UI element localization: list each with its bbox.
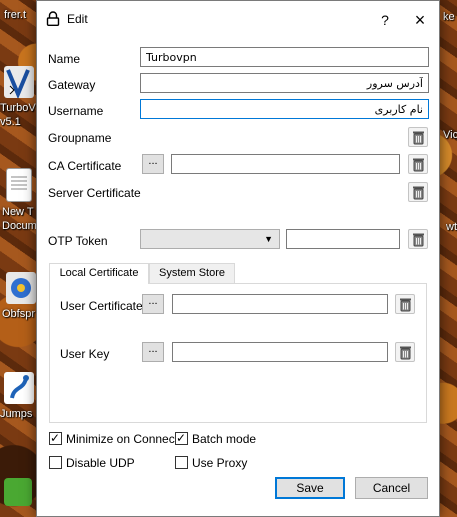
- dialog-title: Edit: [67, 12, 88, 26]
- otp-token-label: OTP Token: [48, 234, 108, 248]
- checkmark-icon: ✓: [176, 431, 187, 445]
- text-document-icon: [6, 168, 32, 202]
- turbovpn-app-icon: [4, 66, 34, 100]
- desktop-icon-label-right: Vic: [443, 129, 457, 141]
- jumpstart-app-icon: [4, 372, 34, 404]
- tab-local-certificate[interactable]: Local Certificate: [49, 263, 149, 284]
- save-button[interactable]: Save: [275, 477, 345, 499]
- disable-udp-checkbox[interactable]: [49, 456, 62, 469]
- local-certificate-panel: User Certificate ... User Key ...: [49, 283, 427, 423]
- trash-icon: [413, 186, 424, 200]
- lock-icon: [46, 11, 60, 26]
- use-proxy-label: Use Proxy: [192, 456, 248, 470]
- otp-token-input[interactable]: [286, 229, 400, 249]
- desktop-icon-jumpstart[interactable]: Jumps: [0, 372, 40, 421]
- gateway-label: Gateway: [48, 78, 96, 92]
- clear-ca-certificate-button[interactable]: [408, 154, 428, 174]
- user-certificate-label: User Certificate: [60, 299, 143, 313]
- user-certificate-input[interactable]: [172, 294, 388, 314]
- desktop-icon-label: TurboV v5.1: [0, 102, 36, 128]
- user-key-browse-button[interactable]: ...: [142, 342, 164, 362]
- ca-certificate-label: CA Certificate: [48, 159, 122, 173]
- desktop-icon-label: Jumps: [0, 408, 33, 420]
- trash-icon: [413, 131, 424, 145]
- edit-dialog: Edit ? × Name Gateway Username Groupname…: [36, 0, 440, 517]
- server-certificate-label: Server Certificate: [48, 186, 141, 200]
- desktop-icon-turbovpn[interactable]: TurboV v5.1: [0, 66, 40, 129]
- ca-certificate-input[interactable]: [171, 154, 400, 174]
- name-input[interactable]: [140, 47, 429, 67]
- trash-icon: [413, 233, 424, 247]
- cancel-button[interactable]: Cancel: [355, 477, 428, 499]
- trash-icon: [400, 346, 411, 360]
- user-certificate-browse-button[interactable]: ...: [142, 294, 164, 314]
- title-bar[interactable]: Edit ? ×: [37, 1, 439, 37]
- otp-token-select[interactable]: ▼: [140, 229, 280, 249]
- clear-otp-token-button[interactable]: [408, 229, 428, 249]
- obfsproxy-app-icon: [6, 272, 36, 304]
- batch-mode-label: Batch mode: [192, 432, 257, 446]
- trash-icon: [400, 298, 411, 312]
- use-proxy-checkbox[interactable]: [175, 456, 188, 469]
- help-button[interactable]: ?: [373, 9, 397, 31]
- disable-udp-label: Disable UDP: [66, 456, 135, 470]
- close-button[interactable]: ×: [407, 9, 433, 31]
- desktop-icon-green[interactable]: [4, 478, 32, 506]
- username-input[interactable]: [140, 99, 429, 119]
- trash-icon: [413, 158, 424, 172]
- username-label: Username: [48, 104, 104, 118]
- minimize-on-connect-checkbox[interactable]: ✓: [49, 431, 62, 445]
- user-key-input[interactable]: [172, 342, 388, 362]
- clear-groupname-button[interactable]: [408, 127, 428, 147]
- groupname-label: Groupname: [48, 131, 112, 145]
- minimize-on-connect-label: Minimize on Connect: [66, 432, 179, 446]
- tab-system-store[interactable]: System Store: [149, 263, 235, 283]
- desktop-icon-label-right: ke: [443, 11, 455, 23]
- dropdown-arrow-icon: ▼: [264, 234, 273, 244]
- clear-user-certificate-button[interactable]: [395, 294, 415, 314]
- desktop-icon-label-right: wt: [446, 221, 457, 233]
- gateway-input[interactable]: [140, 73, 429, 93]
- user-key-label: User Key: [60, 347, 110, 361]
- clear-server-certificate-button[interactable]: [408, 182, 428, 202]
- name-label: Name: [48, 52, 81, 66]
- checkmark-icon: ✓: [50, 431, 61, 445]
- batch-mode-checkbox[interactable]: ✓: [175, 431, 188, 445]
- ca-certificate-browse-button[interactable]: ...: [142, 154, 164, 174]
- clear-user-key-button[interactable]: [395, 342, 415, 362]
